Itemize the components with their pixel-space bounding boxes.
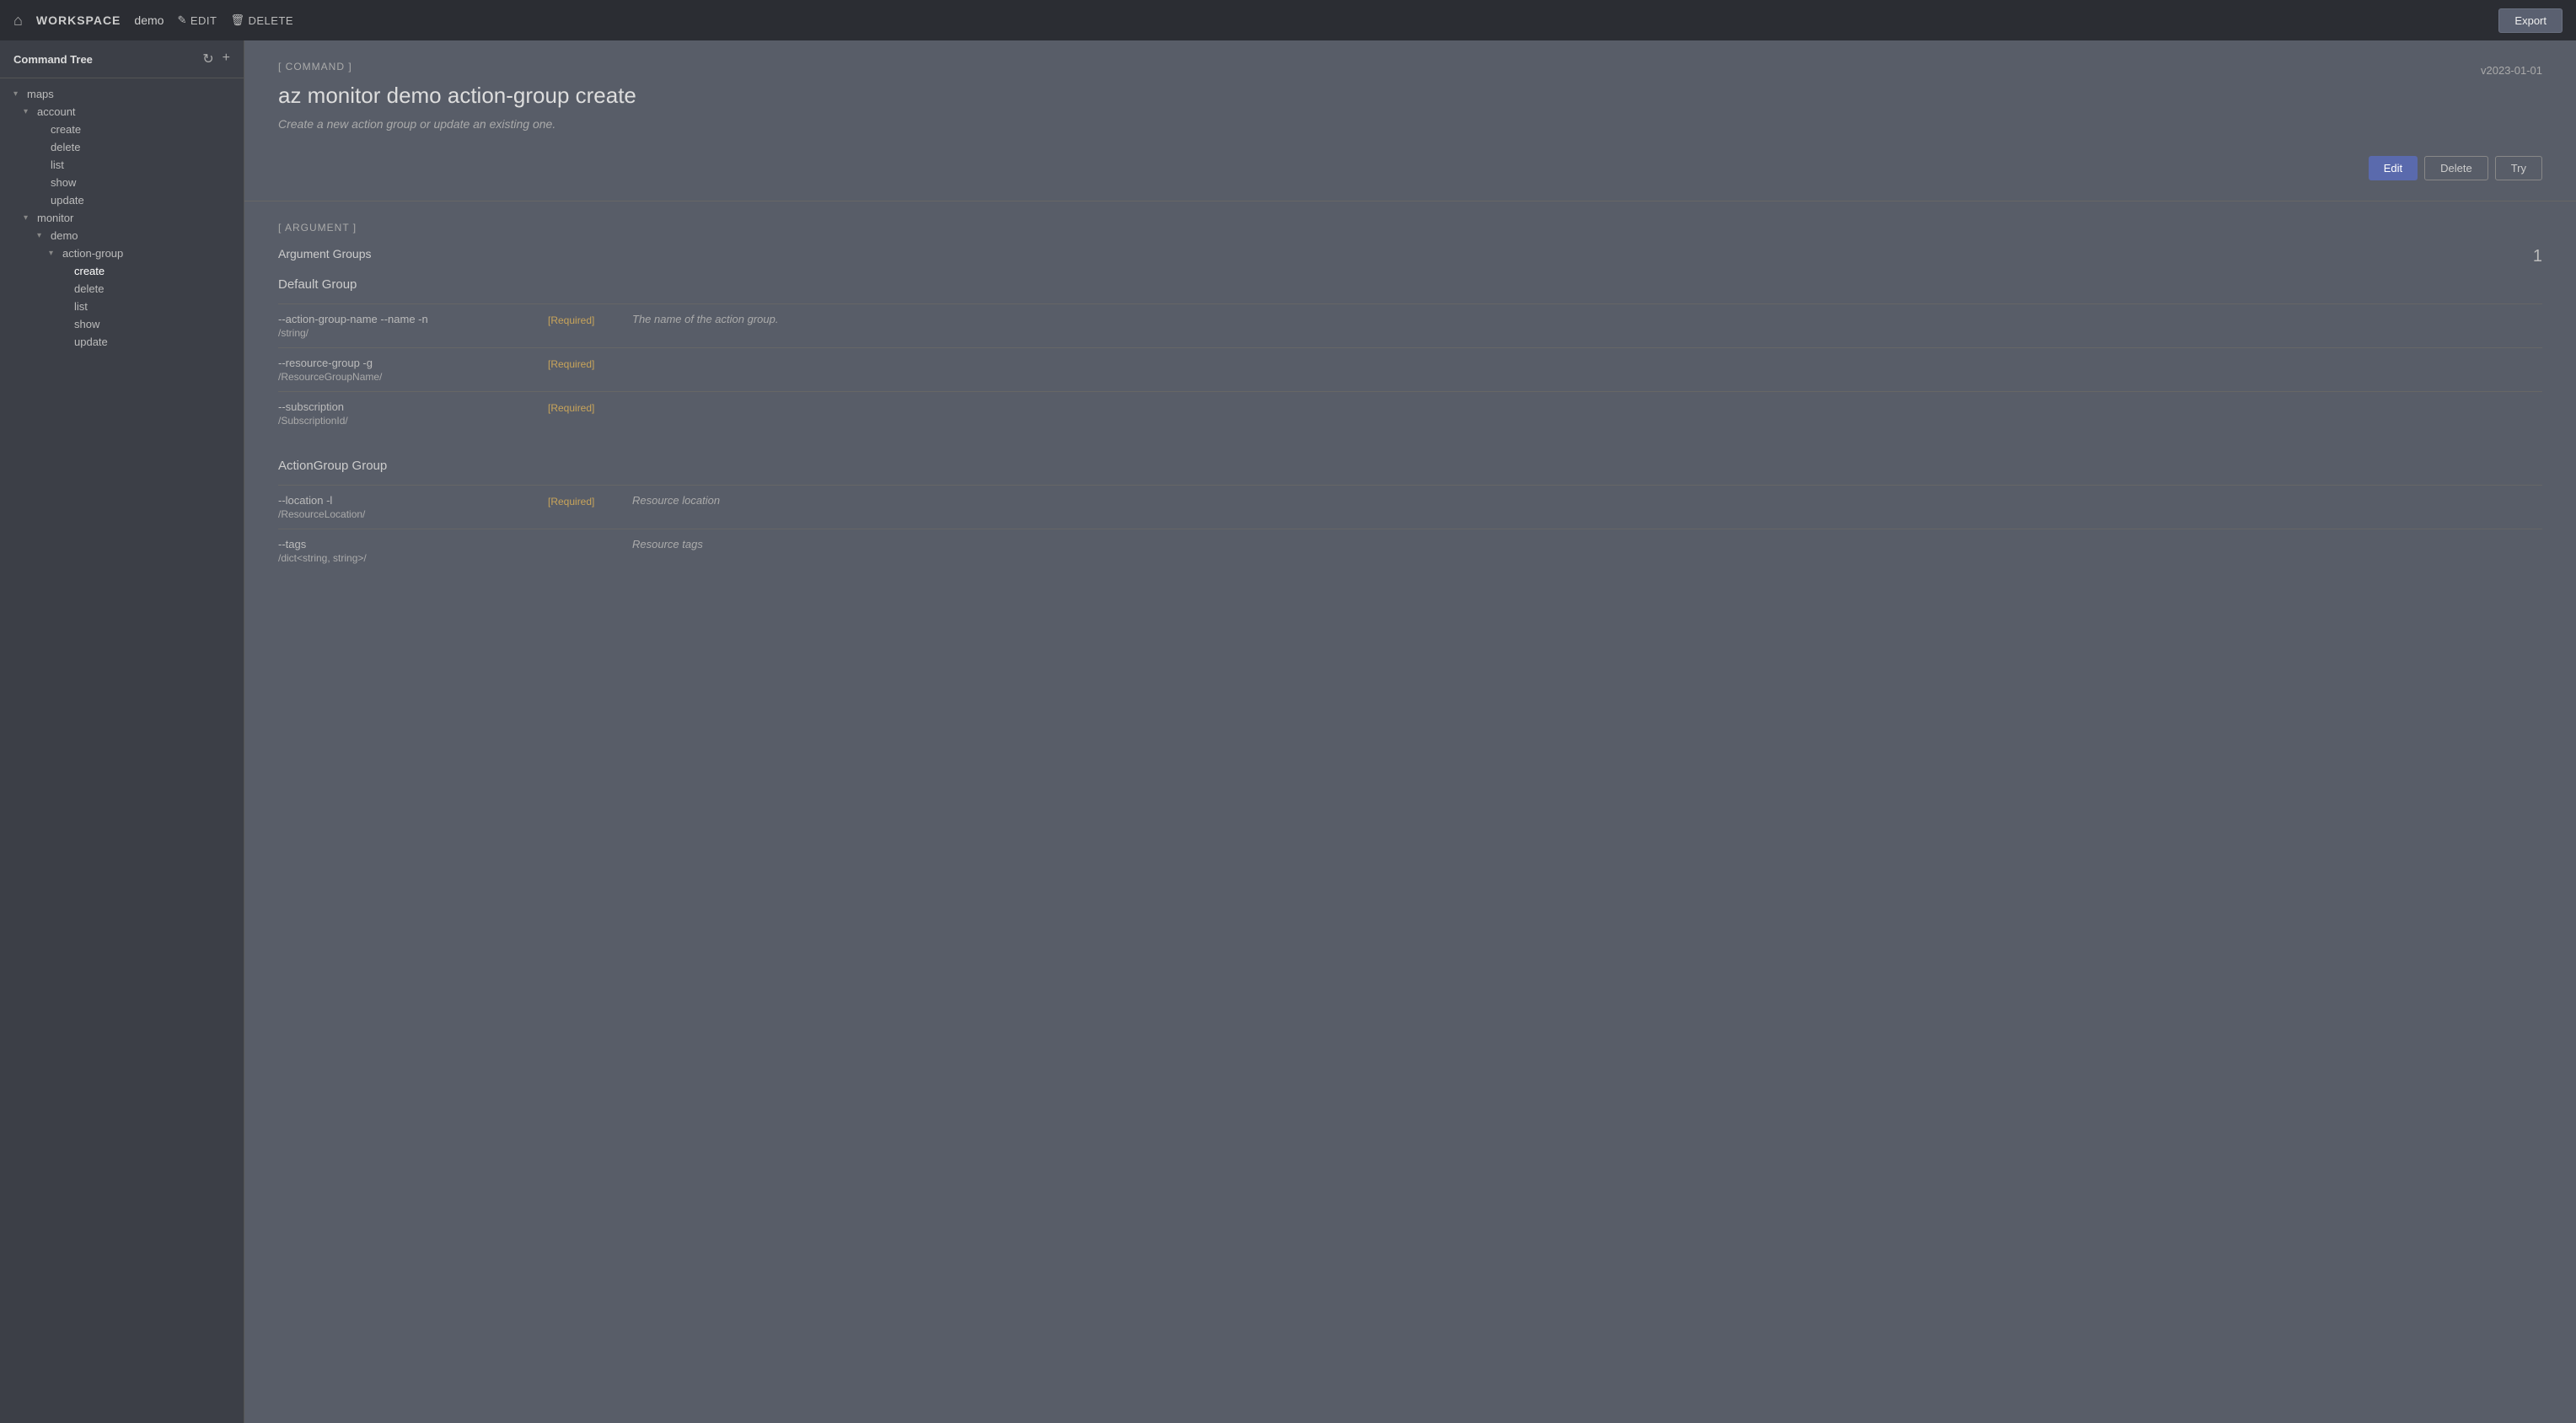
action-group-delete-label: delete: [74, 282, 104, 295]
arg-required-badge: [Required]: [548, 496, 594, 507]
sidebar-item-account[interactable]: ▾account: [0, 103, 244, 121]
sidebar-item-account-update[interactable]: update: [0, 191, 244, 209]
arg-type: /dict<string, string>/: [278, 552, 548, 564]
sidebar-item-maps[interactable]: ▾maps: [0, 85, 244, 103]
table-row: --subscription/SubscriptionId/[Required]: [278, 391, 2542, 435]
argument-section: [ ARGUMENT ] Argument Groups 1 Default G…: [244, 201, 2576, 616]
arg-required-badge: [Required]: [548, 402, 594, 414]
action-group-show-label: show: [74, 318, 99, 330]
account-delete-label: delete: [51, 141, 80, 153]
demo-label: demo: [51, 229, 78, 242]
demo-label: demo: [134, 13, 164, 27]
command-section: [ COMMAND ] az monitor demo action-group…: [244, 40, 2576, 201]
arg-name: --resource-group -g: [278, 357, 548, 369]
account-show-label: show: [51, 176, 76, 189]
sidebar-item-action-group-list[interactable]: list: [0, 298, 244, 315]
demo-arrow-icon: ▾: [37, 231, 47, 240]
command-heading: az monitor demo action-group create: [278, 83, 636, 109]
action-group-update-label: update: [74, 336, 108, 348]
delete-button[interactable]: 🗑 DELETE: [230, 13, 293, 27]
argument-count: 1: [2533, 247, 2542, 266]
arg-group-default-group: Default Group --action-group-name --name …: [278, 277, 2542, 435]
table-row: --resource-group -g/ResourceGroupName/[R…: [278, 347, 2542, 391]
arg-type: /ResourceGroupName/: [278, 371, 548, 383]
command-description: Create a new action group or update an e…: [278, 117, 636, 131]
sidebar-header: Command Tree ↻ +: [0, 40, 244, 78]
sidebar-icons: ↻ +: [202, 51, 230, 67]
maps-arrow-icon: ▾: [13, 89, 24, 99]
sidebar-item-account-list[interactable]: list: [0, 156, 244, 174]
edit-button[interactable]: ✎ EDIT: [177, 13, 217, 27]
monitor-arrow-icon: ▾: [24, 213, 34, 223]
sidebar-item-action-group[interactable]: ▾action-group: [0, 244, 244, 262]
arg-group-name: Default Group: [278, 277, 2542, 292]
action-group-label: action-group: [62, 247, 123, 260]
arg-description: The name of the action group.: [632, 313, 2542, 325]
arg-type: /string/: [278, 327, 548, 339]
sidebar-item-account-show[interactable]: show: [0, 174, 244, 191]
command-tag: [ COMMAND ]: [278, 61, 636, 72]
account-label: account: [37, 105, 76, 118]
action-group-list-label: list: [74, 300, 88, 313]
sidebar-item-demo[interactable]: ▾ demo: [0, 227, 244, 244]
monitor-label: monitor: [37, 212, 73, 224]
table-row: --tags/dict<string, string>/ Resource tag…: [278, 529, 2542, 572]
home-icon[interactable]: ⌂: [13, 12, 23, 30]
table-row: --location -l/ResourceLocation/[Required…: [278, 485, 2542, 529]
sidebar-item-account-delete[interactable]: delete: [0, 138, 244, 156]
sidebar-item-action-group-create[interactable]: create: [0, 262, 244, 280]
content-area: [ COMMAND ] az monitor demo action-group…: [244, 40, 2576, 1423]
edit-command-button[interactable]: Edit: [2369, 156, 2418, 180]
add-icon[interactable]: +: [223, 51, 230, 67]
arg-description: Resource location: [632, 494, 2542, 507]
sidebar: Command Tree ↻ + ▾maps▾accountcreatedele…: [0, 40, 244, 1423]
table-row: --action-group-name --name -n/string/[Re…: [278, 303, 2542, 347]
arg-group-name: ActionGroup Group: [278, 459, 2542, 473]
account-arrow-icon: ▾: [24, 107, 34, 116]
arg-type: /ResourceLocation/: [278, 508, 548, 520]
export-button[interactable]: Export: [2498, 8, 2563, 33]
command-actions: Edit Delete Try: [278, 156, 2542, 180]
main-layout: Command Tree ↻ + ▾maps▾accountcreatedele…: [0, 40, 2576, 1423]
argument-tag: [ ARGUMENT ]: [278, 222, 2542, 234]
command-tree: ▾maps▾accountcreatedeletelistshowupdate▾…: [0, 78, 244, 357]
account-create-label: create: [51, 123, 81, 136]
arg-type: /SubscriptionId/: [278, 415, 548, 427]
sidebar-item-account-create[interactable]: create: [0, 121, 244, 138]
trash-icon: 🗑: [230, 13, 244, 27]
topbar: ⌂ WORKSPACE demo ✎ EDIT 🗑 DELETE Export: [0, 0, 2576, 40]
account-update-label: update: [51, 194, 84, 207]
pencil-icon: ✎: [177, 13, 186, 27]
sidebar-item-action-group-update[interactable]: update: [0, 333, 244, 351]
action-group-create-label: create: [74, 265, 105, 277]
argument-groups-label: Argument Groups 1: [278, 247, 2542, 260]
version-label: v2023-01-01: [2481, 64, 2542, 77]
refresh-icon[interactable]: ↻: [202, 51, 213, 67]
arg-name: --action-group-name --name -n: [278, 313, 548, 325]
arg-name: --subscription: [278, 400, 548, 413]
argument-groups-container: Default Group --action-group-name --name …: [278, 277, 2542, 572]
command-tree-title: Command Tree: [13, 53, 93, 66]
action-group-arrow-icon: ▾: [49, 249, 59, 258]
arg-name: --location -l: [278, 494, 548, 507]
maps-label: maps: [27, 88, 54, 100]
workspace-label: WORKSPACE: [36, 13, 121, 27]
arg-required-badge: [Required]: [548, 314, 594, 326]
try-command-button[interactable]: Try: [2495, 156, 2542, 180]
delete-command-button[interactable]: Delete: [2424, 156, 2488, 180]
arg-group-actiongroup-group: ActionGroup Group --location -l/ResourceL…: [278, 459, 2542, 572]
arg-name: --tags: [278, 538, 548, 550]
sidebar-item-action-group-show[interactable]: show: [0, 315, 244, 333]
arg-required-badge: [Required]: [548, 358, 594, 370]
sidebar-item-action-group-delete[interactable]: delete: [0, 280, 244, 298]
account-list-label: list: [51, 158, 64, 171]
arg-description: Resource tags: [632, 538, 2542, 550]
sidebar-item-monitor[interactable]: ▾monitor: [0, 209, 244, 227]
